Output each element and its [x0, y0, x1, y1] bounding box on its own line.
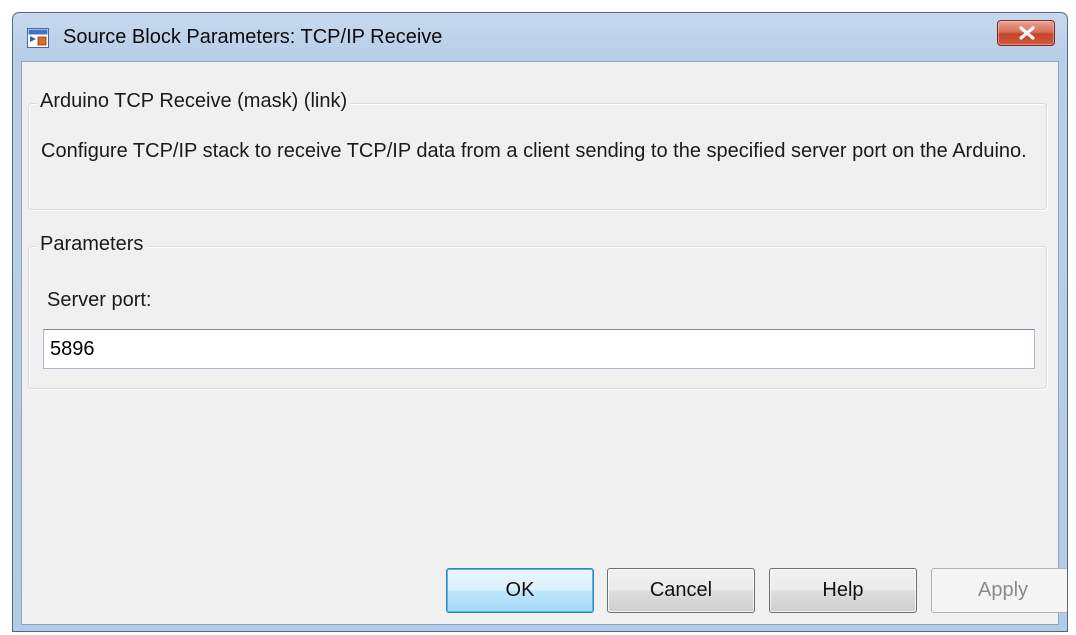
- server-port-input[interactable]: [43, 329, 1035, 369]
- parameters-group-title: Parameters: [37, 233, 147, 256]
- parameters-group: Parameters Server port:: [28, 233, 1047, 389]
- close-icon: [1019, 26, 1035, 40]
- simulink-block-icon: [27, 28, 49, 48]
- dialog-client-area: Arduino TCP Receive (mask) (link) Config…: [21, 61, 1059, 625]
- cancel-button[interactable]: Cancel: [607, 568, 755, 613]
- close-button[interactable]: [997, 20, 1055, 46]
- help-button[interactable]: Help: [769, 568, 917, 613]
- dialog-window: Source Block Parameters: TCP/IP Receive …: [12, 12, 1068, 632]
- block-description: Configure TCP/IP stack to receive TCP/IP…: [41, 140, 1027, 162]
- window-title: Source Block Parameters: TCP/IP Receive: [63, 26, 443, 48]
- description-group: Arduino TCP Receive (mask) (link) Config…: [28, 90, 1047, 210]
- apply-button[interactable]: Apply: [931, 568, 1067, 613]
- title-bar[interactable]: Source Block Parameters: TCP/IP Receive: [13, 13, 1067, 61]
- server-port-label: Server port:: [47, 289, 152, 311]
- description-group-title: Arduino TCP Receive (mask) (link): [37, 90, 351, 113]
- ok-button[interactable]: OK: [446, 568, 594, 613]
